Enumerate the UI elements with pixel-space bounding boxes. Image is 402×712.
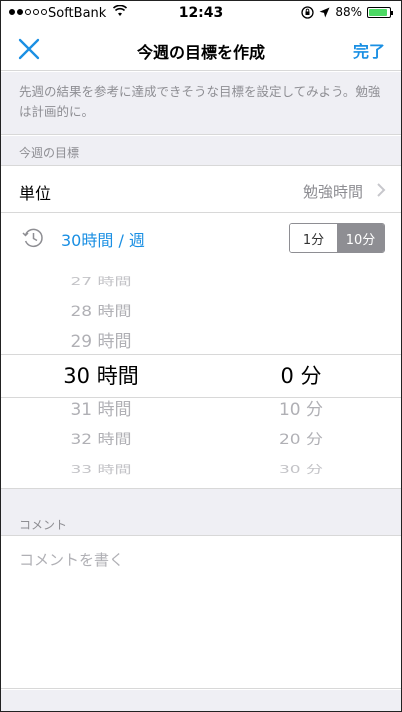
page-title: 今週の目標を作成: [136, 43, 265, 62]
orientation-lock-icon: [301, 5, 314, 19]
bottom-spacer: [1, 690, 401, 711]
section-header-comment: コメント: [1, 488, 401, 536]
picker-item[interactable]: 28 時間: [1, 303, 201, 321]
comment-area: [1, 537, 401, 689]
unit-value: 勉強時間: [302, 183, 363, 201]
chevron-right-icon: [377, 183, 386, 197]
battery-level-fill: [369, 8, 387, 16]
time-picker[interactable]: 27 時間 28 時間 29 時間 30 時間 31 時間 32 時間 33 時間 0 分 1…: [1, 263, 401, 488]
step-segmented-control: 1分 10分: [289, 223, 385, 253]
description-text: 先週の結果を参考に達成できそうな目標を設定してみよう。勉強は計画的に。: [1, 72, 401, 135]
time-goal-row[interactable]: 30時間 / 週 1分 10分: [1, 213, 401, 263]
comment-input[interactable]: [19, 549, 383, 669]
picker-item[interactable]: 32 時間: [1, 431, 201, 449]
history-clock-icon: [22, 228, 43, 248]
picker-item[interactable]: 20 分: [201, 431, 401, 449]
battery-percent: 88%: [335, 5, 362, 19]
picker-item[interactable]: 10 分: [201, 399, 401, 421]
picker-item[interactable]: 31 時間: [1, 399, 201, 421]
segment-1-minute[interactable]: 1分: [290, 224, 337, 252]
picker-item[interactable]: 30 分: [201, 463, 401, 477]
done-button[interactable]: 完了: [353, 38, 385, 62]
navigation-bar: 今週の目標を作成 完了: [1, 27, 401, 71]
picker-item[interactable]: 29 時間: [1, 331, 201, 353]
unit-row[interactable]: 単位 勉強時間: [1, 167, 401, 213]
segment-10-minutes[interactable]: 10分: [337, 224, 384, 252]
location-arrow-icon: [319, 7, 330, 17]
battery-icon: [367, 6, 393, 18]
picker-selected-item[interactable]: 30 時間: [1, 363, 201, 389]
screen: SoftBank 12:43 88% 今週の目標を作成 完了 先週の結果を参考に…: [0, 0, 402, 712]
status-indicators: 88%: [301, 5, 393, 19]
unit-label: 単位: [19, 184, 52, 203]
status-bar: SoftBank 12:43 88%: [1, 1, 401, 27]
picker-column-minutes[interactable]: 0 分 10 分 20 分 30 分: [201, 263, 401, 488]
picker-column-hours[interactable]: 27 時間 28 時間 29 時間 30 時間 31 時間 32 時間 33 時間: [1, 263, 201, 488]
picker-item[interactable]: 33 時間: [1, 463, 201, 477]
picker-item[interactable]: 27 時間: [1, 275, 201, 289]
time-goal-value: 30時間 / 週: [61, 231, 145, 250]
picker-selected-item[interactable]: 0 分: [201, 363, 401, 389]
section-header-goal: 今週の目標: [1, 136, 401, 166]
